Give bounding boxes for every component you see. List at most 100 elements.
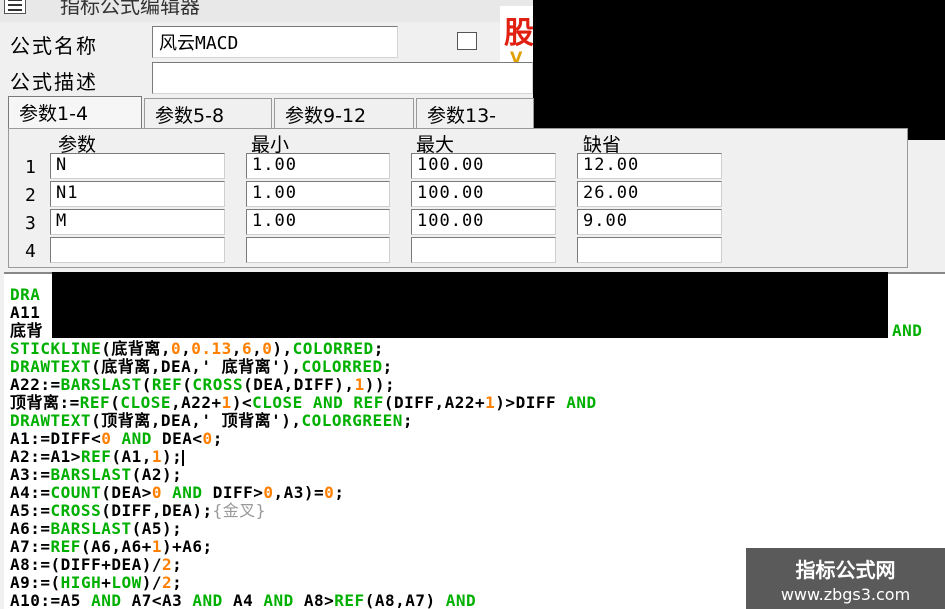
tab-params-13[interactable]: 参数13-: [416, 98, 534, 128]
param-min-input[interactable]: [246, 237, 390, 263]
code-token: REF: [50, 537, 81, 556]
code-token: 顶背离:=: [10, 393, 80, 412]
code-line: A7:=REF(A6,A6+1)+A6;: [10, 538, 213, 556]
param-max-input[interactable]: [411, 237, 556, 263]
code-token: AND: [91, 591, 122, 609]
logo-char: 股: [504, 16, 534, 51]
code-token: 0: [202, 429, 213, 448]
tab-params-9-12[interactable]: 参数9-12: [274, 98, 414, 128]
code-token: A22:=: [10, 375, 61, 394]
tab-params-5-8[interactable]: 参数5-8: [144, 98, 272, 128]
param-default-input[interactable]: 12.00: [577, 153, 722, 179]
window-title: 指标公式编辑器: [60, 0, 200, 18]
param-name-input[interactable]: N1: [50, 181, 225, 207]
row-number: 3: [25, 213, 36, 234]
code-line: DRA: [10, 286, 40, 304]
param-min-input[interactable]: 1.00: [246, 209, 390, 235]
tab-params-1-4[interactable]: 参数1-4: [8, 96, 142, 128]
code-token: DRAWTEXT: [10, 411, 92, 430]
code-token: A8>: [293, 591, 335, 609]
param-max-input[interactable]: 100.00: [411, 209, 556, 235]
redaction-box-top-right: [533, 0, 945, 140]
param-name-input[interactable]: [50, 237, 225, 263]
row-number: 2: [25, 185, 36, 206]
code-line: A1:=DIFF<0 AND DEA<0;: [10, 430, 223, 448]
row-number: 4: [25, 241, 36, 262]
code-token: 0: [151, 483, 163, 502]
formula-name-input[interactable]: 风云MACD: [152, 26, 398, 58]
code-token: (: [182, 375, 193, 394]
code-line: A8:=(DIFF+DEA)/2;: [10, 556, 182, 574]
code-token: REF: [80, 447, 112, 466]
code-token: AND: [162, 483, 213, 502]
watermark-title: 指标公式网: [795, 558, 896, 582]
code-line: A4:=COUNT(DEA>0 AND DIFF>0,A3)=0;: [10, 484, 344, 502]
code-token: ,: [231, 339, 242, 358]
code-line: DRAWTEXT(底背离,DEA,' 底背离'),COLORRED;: [10, 358, 393, 376]
code-token: DIFF>: [212, 483, 264, 502]
code-token: )/: [141, 573, 163, 592]
formula-desc-input[interactable]: [152, 62, 533, 94]
code-token: 0.13: [191, 339, 232, 358]
param-default-input[interactable]: 9.00: [577, 209, 722, 235]
watermark-url: www.zbgs3.com: [780, 585, 911, 604]
code-token: A3:=: [10, 465, 51, 484]
code-token: (DIFF,DEA);: [101, 501, 213, 520]
code-token: (顶背离,DEA,' 顶背离'),: [91, 411, 302, 430]
site-watermark: 指标公式网 www.zbgs3.com: [746, 548, 945, 609]
code-token: A5:=: [10, 501, 51, 520]
code-token: ,: [252, 339, 263, 358]
code-token: (A2);: [131, 465, 183, 484]
code-line: A9:=(HIGH+LOW)/2;: [10, 574, 182, 592]
code-token: LOW: [111, 573, 142, 592]
param-min-input[interactable]: 1.00: [246, 181, 390, 207]
code-token: ;: [172, 555, 183, 574]
code-line: STICKLINE(底背离,0,0.13,6,0),COLORRED;: [10, 340, 384, 358]
code-token: A9:=(: [10, 573, 61, 592]
code-token: AND: [111, 429, 163, 448]
param-max-input[interactable]: 100.00: [411, 181, 556, 207]
code-token: COUNT: [50, 483, 102, 502]
code-token: COLORGREEN: [301, 411, 403, 430]
code-token: 0: [170, 339, 182, 358]
code-token: AND: [302, 393, 354, 412]
code-token: (A6,A6+: [80, 537, 152, 556]
param-name-input[interactable]: M: [50, 209, 225, 235]
code-line: A22:=BARSLAST(REF(CROSS(DEA,DIFF),1));: [10, 376, 395, 394]
code-line: 顶背离:=REF(CLOSE,A22+1)<CLOSE AND REF(DIFF…: [10, 394, 940, 412]
code-token: ;: [212, 429, 223, 448]
code-token: A7:=: [10, 537, 51, 556]
code-token: A1:=DIFF<: [10, 429, 102, 448]
code-token: BARSLAST: [60, 375, 142, 394]
code-token: CLOSE: [120, 393, 171, 412]
code-token: CROSS: [192, 375, 244, 394]
code-token: 1: [221, 393, 232, 412]
row-number: 1: [25, 157, 36, 178]
option-checkbox[interactable]: [457, 32, 477, 50]
code-token: (DEA>: [101, 483, 152, 502]
param-default-input[interactable]: 26.00: [577, 181, 722, 207]
code-token: ,A3)=: [273, 483, 325, 502]
code-line: DRAWTEXT(顶背离,DEA,' 顶背离'),COLORGREEN;: [10, 412, 413, 430]
code-line: A2:=A1>REF(A1,1);: [10, 447, 185, 466]
code-token: (DEA,DIFF),: [243, 375, 355, 394]
code-token: (A8,A7): [364, 591, 446, 609]
code-token: 0: [262, 339, 273, 358]
code-token: HIGH: [60, 573, 102, 592]
code-line: A11: [10, 304, 40, 322]
code-comment: {金叉}: [212, 501, 266, 520]
code-token: REF: [79, 393, 111, 412]
code-token: COLORRED: [292, 339, 374, 358]
site-logo: 股 V: [500, 6, 536, 66]
param-default-input[interactable]: [577, 237, 722, 263]
param-name-input[interactable]: N: [50, 153, 225, 179]
param-max-input[interactable]: 100.00: [411, 153, 556, 179]
code-token: ;: [334, 483, 345, 502]
code-token: )<: [231, 393, 253, 412]
code-token: (: [110, 393, 121, 412]
code-token: ),: [272, 339, 293, 358]
param-min-input[interactable]: 1.00: [246, 153, 390, 179]
code-token: 6: [241, 339, 253, 358]
code-token: AND: [566, 393, 597, 412]
code-token: A11: [10, 303, 41, 322]
